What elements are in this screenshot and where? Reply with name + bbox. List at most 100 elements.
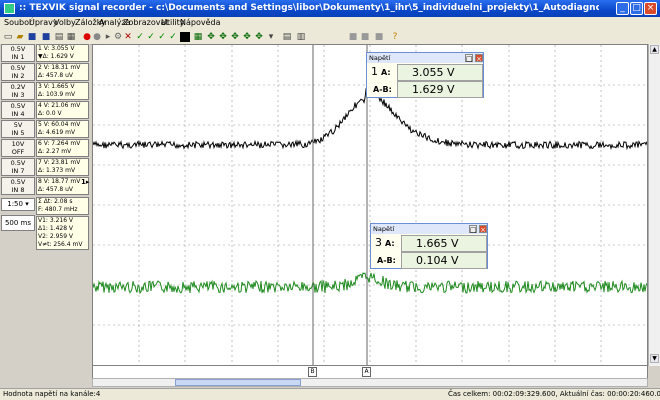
ab-info: V1: 3.216 V Δ1: 1.428 V V2: 2.959 V V≠t:… [36,216,89,250]
channel-scale: 0.5V [10,102,26,110]
cursor-b-handle[interactable]: B [308,367,317,377]
save-all-icon[interactable]: ■ [41,32,51,42]
measure-icon[interactable]: ✓ [157,32,167,42]
channel-6-info: 6 V: 7.264 mV Δ: 2.27 mV [36,139,89,157]
channel-scale: 10V [11,140,25,148]
channel-8-button[interactable]: 0.5V IN 8 [1,177,35,195]
fill-3-icon[interactable]: ■ [374,32,384,42]
popup-minimize-button[interactable]: □ [469,225,477,234]
channel-panel: 0.5V IN 1 1 V: 3.055 V ▼Δ: 1.629 V 0.5V IN … [0,44,90,384]
trigger-marker[interactable]: 1▸ [81,178,89,186]
title-bar: :: TEXVIK signal recorder - c:\Documents… [0,0,660,17]
channel-4-button[interactable]: 0.5V IN 4 [1,101,35,119]
channel-value: 7 V: 23.81 mV [38,159,81,166]
popup-a-value: 1.665 V [401,235,487,252]
zoom-out-icon[interactable]: ✥ [230,32,240,42]
channel-4-info: 4 V: 21.06 mV Δ: 0.0 V [36,101,89,119]
check-all-icon[interactable]: ✓ [146,32,156,42]
channel-1-button[interactable]: 0.5V IN 1 [1,44,35,62]
popup-close-button[interactable]: × [479,225,487,234]
new-file-icon[interactable]: ▭ [3,32,13,42]
cursor-b-icon[interactable]: ✥ [254,32,264,42]
print-preview-icon[interactable]: ▦ [66,32,76,42]
channel-2-button[interactable]: 0.5V IN 2 [1,63,35,81]
frequency-info: Σ Δt: 2.08 s F: 480.7 mHz [36,197,89,215]
channel-7-button[interactable]: 0.5V IN 7 [1,158,35,176]
menu-volby[interactable]: Volby [54,18,76,27]
popup-minimize-button[interactable]: □ [465,54,473,63]
channel-scale: 0.2V [10,83,26,91]
timebase-time-button[interactable]: 500 ms [1,215,35,231]
horizontal-scroll-thumb[interactable] [175,379,301,386]
cursor-a-icon[interactable]: ✥ [242,32,252,42]
voltage-popup-1[interactable]: Napětí □ × 1 A: 3.055 V A-B: 1.629 V [366,52,484,98]
record-icon[interactable]: ● [92,32,102,42]
maximize-button[interactable]: □ [630,2,643,15]
check-icon[interactable]: ✓ [135,32,145,42]
channel-delta: Δ: 1.373 mV [38,167,76,174]
popup-channel: 1 [371,65,378,78]
channel-value: 6 V: 7.264 mV [38,140,81,147]
menu-napoveda[interactable]: Nápověda [180,18,221,27]
channel-input: IN 7 [11,167,25,175]
play-icon[interactable]: ▸ [103,32,113,42]
channel-input: IN 2 [11,72,25,80]
popup-a-label: A: [381,68,391,77]
channel-7-info: 7 V: 23.81 mV Δ: 1.373 mV [36,158,89,176]
color-icon[interactable]: ▦ [193,32,203,42]
channel-value: 1 V: 3.055 V [38,45,75,52]
window-title: :: TEXVIK signal recorder - c:\Documents… [19,3,599,13]
scroll-down-icon[interactable]: ▼ [650,354,659,363]
open-icon[interactable]: ▰ [15,32,25,42]
zoom-in-icon[interactable]: ✥ [218,32,228,42]
popup-a-label: A: [385,239,395,248]
status-right: Čas celkem: 00:02:09:329.600, Aktuální č… [448,390,660,398]
fill-icon[interactable]: ■ [348,32,358,42]
scroll-up-icon[interactable]: ▲ [650,45,659,54]
channel-3-button[interactable]: 0.2V IN 3 [1,82,35,100]
popup-close-button[interactable]: × [475,54,483,63]
save-icon[interactable]: ■ [27,32,37,42]
channel-3-trace [93,272,647,295]
channel-input: IN 1 [11,53,25,61]
stop-icon[interactable]: ● [82,32,92,42]
channel-value: 3 V: 1.665 V [38,83,75,90]
vertical-scrollbar[interactable]: ▲ ▼ [648,44,660,366]
popup-ab-label: A-B: [377,256,396,265]
channel-2-info: 2 V: 18.31 mV Δ: 457.8 uV [36,63,89,81]
channel-delta: ▼Δ: 1.629 V [38,53,74,60]
grid-icon[interactable]: ▾ [266,32,276,42]
print-icon[interactable]: ▤ [54,32,64,42]
cursor-a-handle[interactable]: A [362,367,371,377]
channel-input: IN 8 [11,186,25,194]
menu-bar: Soubor Úpravy Volby Záložky Analýza Zobr… [0,17,660,30]
frequency: F: 480.7 mHz [38,206,78,213]
voltage-popup-3[interactable]: Napětí □ × 3 A: 1.665 V A-B: 0.104 V [370,223,488,269]
ab-line-3: V2: 2.959 V [38,233,74,240]
help-icon[interactable]: ? [390,32,400,42]
channel-6-button[interactable]: 10V OFF [1,139,35,157]
fill-2-icon[interactable]: ■ [360,32,370,42]
channel-5-button[interactable]: 5V IN 5 [1,120,35,138]
options-icon[interactable]: ⚙ [113,32,123,42]
delete-icon[interactable]: ✕ [123,32,133,42]
waveform-icon[interactable]: ▤ [282,32,292,42]
popup-ab-value: 1.629 V [397,81,483,98]
channel-value: 4 V: 21.06 mV [38,102,81,109]
timebase-ratio: 1:50 [7,200,23,208]
ab-line-2: Δ1: 1.428 V [38,225,74,232]
channel-delta: Δ: 0.0 V [38,110,62,117]
timebase-ratio-select[interactable]: 1:50 ▾ [1,198,35,211]
close-button[interactable]: × [644,2,657,15]
ab-line-4: V≠t: 256.4 mV [38,241,83,248]
invert-icon[interactable] [180,32,190,42]
minimize-button[interactable]: _ [616,2,629,15]
status-bar: Hodnota napětí na kanále:4 Čas celkem: 0… [0,388,660,400]
fit-icon[interactable]: ✥ [206,32,216,42]
bars-icon[interactable]: ▥ [296,32,306,42]
channel-value: 2 V: 18.31 mV [38,64,81,71]
horizontal-scrollbar[interactable] [92,378,648,387]
popup-ab-value: 0.104 V [401,252,487,269]
channel-1-info: 1 V: 3.055 V ▼Δ: 1.629 V [36,44,89,62]
measure-2-icon[interactable]: ✓ [168,32,178,42]
